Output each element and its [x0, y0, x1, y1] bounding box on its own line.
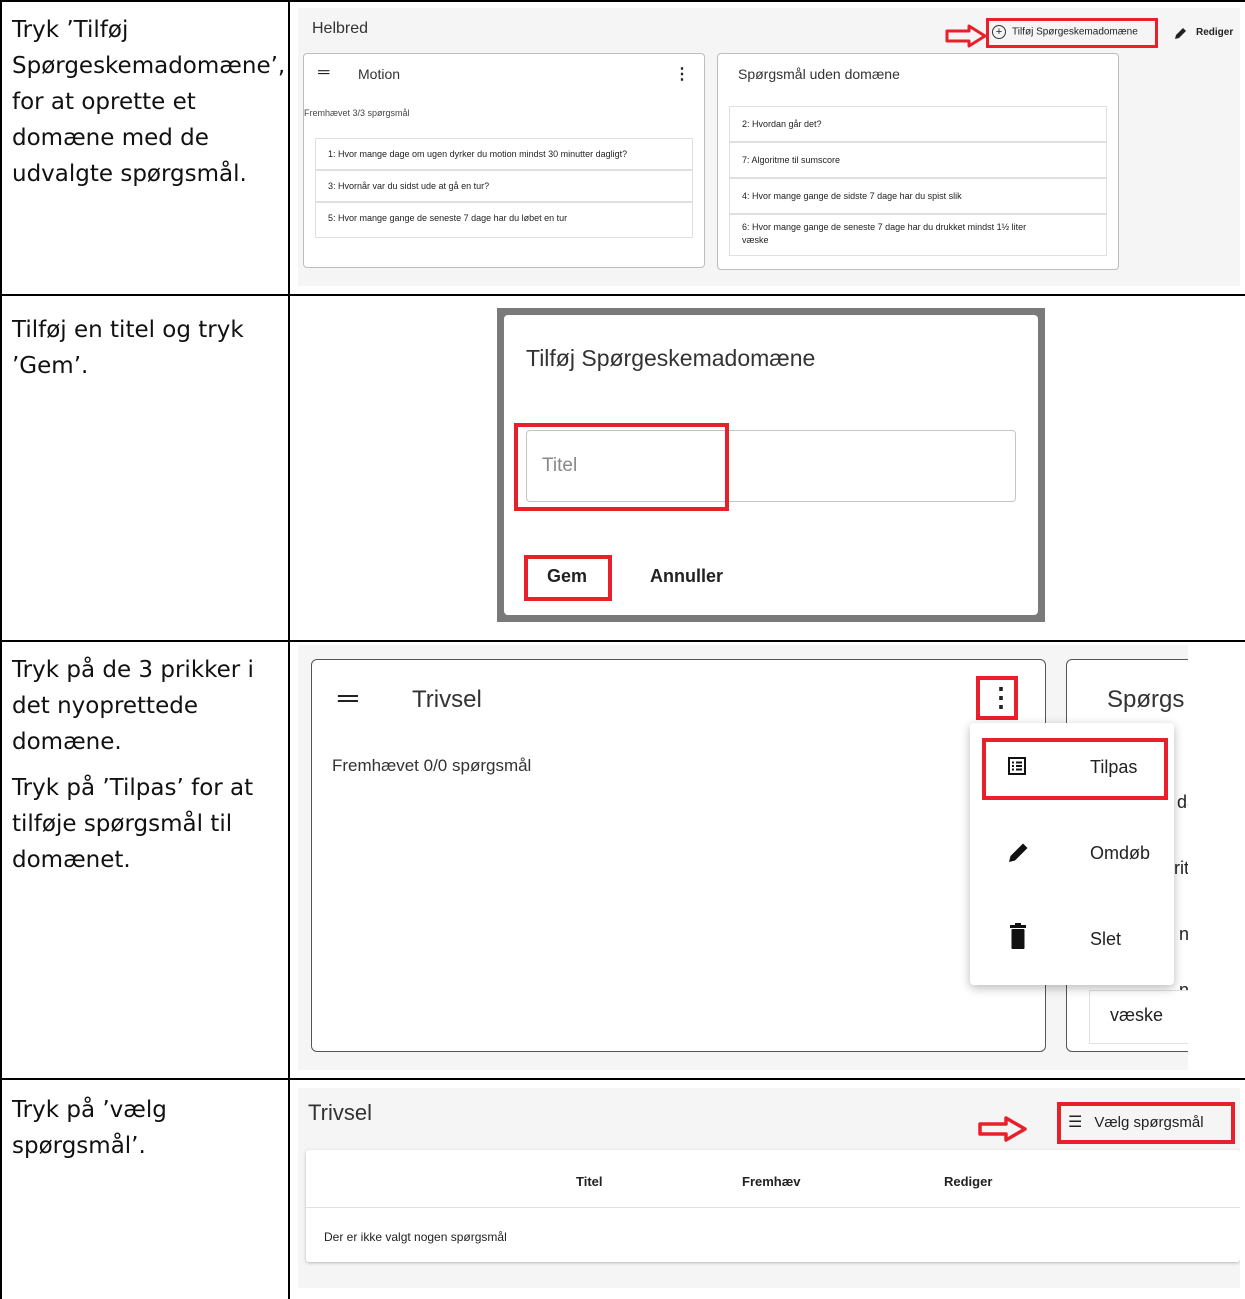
list-icon: ☰	[1068, 1114, 1083, 1131]
question-row[interactable]: 6: Hvor mange gange de seneste 7 dage ha…	[729, 214, 1107, 256]
menu-item-label: Slet	[1090, 929, 1122, 949]
edit-button[interactable]: Rediger	[1196, 27, 1233, 38]
pencil-icon	[1009, 843, 1028, 862]
table-header-divider	[306, 1207, 1240, 1208]
step-2-instruction: Tilføj en titel og tryk ’Gem’.	[12, 312, 280, 394]
peek-text: rit	[1174, 858, 1188, 878]
more-options-icon[interactable]: ⋮	[674, 64, 690, 84]
question-row[interactable]: 2: Hvordan går det?	[729, 106, 1107, 142]
context-menu: Tilpas Omdøb Slet	[970, 723, 1174, 985]
red-arrow-icon	[978, 1116, 1027, 1142]
card-title: Spørgsmål uden domæne	[738, 66, 900, 82]
domain-card-motion: ═ Motion ⋮ Fremhævet 3/3 spørgsmål 1: Hv…	[303, 53, 705, 268]
dialog: Tilføj Spørgeskemadomæne Titel Gem Annul…	[504, 315, 1038, 615]
table-divider-vertical	[288, 0, 290, 1299]
red-arrow-icon	[945, 24, 987, 48]
screenshot-domain-menu: ═ Trivsel ⋮ Fremhævet 0/0 spørgsmål Spør…	[298, 645, 1188, 1070]
question-row[interactable]: 4: Hvor mange gange de sidste 7 dage har…	[729, 178, 1107, 214]
step-3-instruction: Tryk på de 3 prikker i det nyoprettede d…	[12, 652, 280, 888]
question-row[interactable]: 3: Hvornår var du sidst ude at gå en tur…	[315, 170, 693, 202]
row-divider-1	[0, 294, 1245, 296]
menu-item-omdob[interactable]: Omdøb	[970, 809, 1174, 895]
question-row-partial: væske	[1089, 990, 1188, 1044]
select-questions-button[interactable]: ☰ Vælg spørgsmål	[1068, 1112, 1204, 1132]
step-3-text-1: Tryk på de 3 prikker i det nyoprettede d…	[12, 657, 254, 755]
step-4-instruction: Tryk på ’vælg spørgsmål’.	[12, 1092, 280, 1174]
step-3-text-2: Tryk på ’Tilpas’ for at tilføje spørgsmå…	[12, 775, 254, 873]
pencil-icon[interactable]	[1174, 26, 1188, 40]
table-border-top	[0, 0, 1245, 2]
trash-icon	[1010, 923, 1026, 949]
drag-handle-icon[interactable]: ═	[338, 682, 358, 714]
card-title: Spørgs	[1107, 686, 1185, 713]
row-divider-3	[0, 1078, 1245, 1080]
highlight-count: Fremhævet 3/3 spørgsmål	[304, 108, 410, 118]
tilpas-highlight	[982, 738, 1168, 800]
cancel-button[interactable]: Annuller	[650, 566, 723, 587]
menu-item-label: Omdøb	[1090, 843, 1151, 863]
step-2-text: Tilføj en titel og tryk ’Gem’.	[12, 317, 244, 379]
title-field-highlight	[514, 423, 729, 511]
add-circle-icon: +	[992, 25, 1006, 39]
highlight-count: Fremhævet 0/0 spørgsmål	[332, 756, 532, 775]
save-button-highlight	[524, 555, 612, 601]
card-title: Motion	[358, 66, 401, 82]
questions-table: Titel Fremhæv Rediger Der er ikke valgt …	[306, 1150, 1240, 1262]
domain-card-trivsel: ═ Trivsel ⋮ Fremhævet 0/0 spørgsmål	[311, 659, 1046, 1052]
step-1-text: Tryk ’Tilføj Spørgeskemadomæne’, for at …	[12, 17, 286, 187]
domain-card-no-domain: Spørgsmål uden domæne 2: Hvordan går det…	[717, 53, 1119, 270]
column-header-titel: Titel	[576, 1174, 603, 1189]
add-domain-button[interactable]: + Tilføj Spørgeskemadomæne	[992, 25, 1138, 39]
peek-text: da	[1177, 792, 1188, 812]
peek-text: n	[1179, 924, 1188, 944]
question-row[interactable]: 5: Hvor mange gange de seneste 7 dage ha…	[315, 202, 693, 238]
question-row[interactable]: 7: Algoritme til sumscore	[729, 142, 1107, 178]
dialog-title: Tilføj Spørgeskemadomæne	[526, 345, 816, 371]
drag-handle-icon[interactable]: ═	[318, 64, 329, 82]
page-heading: Trivsel	[308, 1100, 372, 1125]
table-border-left	[0, 0, 2, 1299]
empty-state-text: Der er ikke valgt nogen spørgsmål	[324, 1230, 507, 1244]
page-heading: Helbred	[312, 20, 369, 37]
card-title: Trivsel	[412, 686, 482, 713]
column-header-rediger: Rediger	[944, 1174, 993, 1189]
step-1-instruction: Tryk ’Tilføj Spørgeskemadomæne’, for at …	[12, 12, 286, 202]
screenshot-domain-overview: Helbred + Tilføj Spørgeskemadomæne Redige…	[298, 8, 1240, 286]
step-4-text: Tryk på ’vælg spørgsmål’.	[12, 1097, 167, 1159]
question-row[interactable]: 1: Hvor mange dage om ugen dyrker du mot…	[315, 138, 693, 170]
screenshot-add-domain-dialog: Tilføj Spørgeskemadomæne Titel Gem Annul…	[497, 308, 1045, 622]
menu-item-slet[interactable]: Slet	[970, 895, 1174, 981]
column-header-fremhaev: Fremhæv	[742, 1174, 801, 1189]
row-divider-2	[0, 640, 1245, 642]
more-options-highlight	[976, 676, 1018, 720]
screenshot-select-questions: Trivsel ☰ Vælg spørgsmål Titel Fremhæv Re…	[298, 1088, 1240, 1288]
